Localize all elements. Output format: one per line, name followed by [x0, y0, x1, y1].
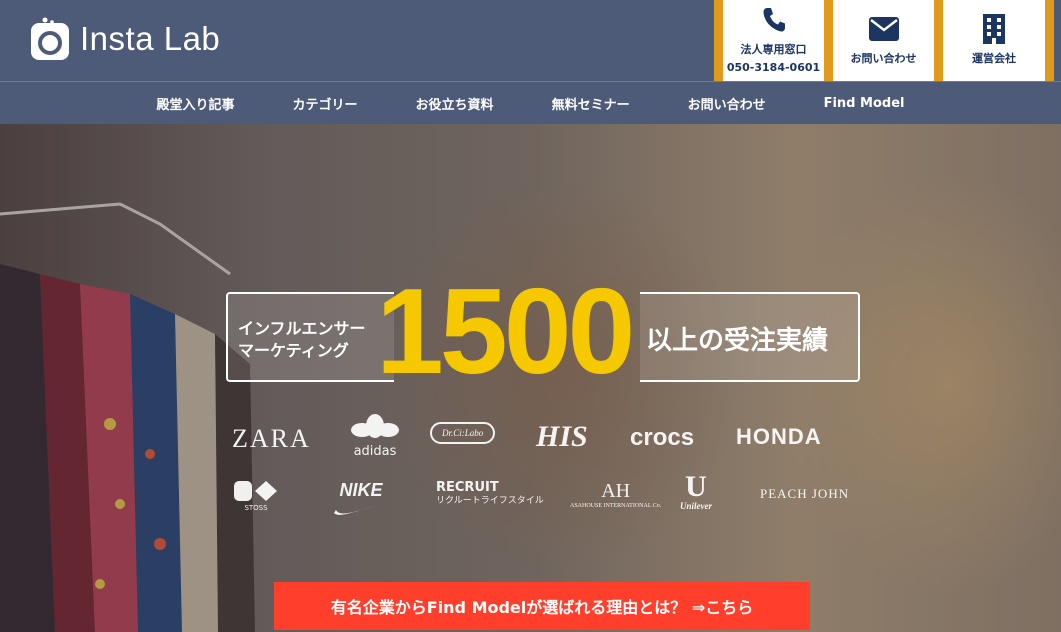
- site-header: Insta Lab 法人専用窓口 050-3184-0601 お問い合わせ 運営…: [0, 0, 1061, 81]
- logo-icon: [30, 17, 70, 61]
- recruit-lifestyle-text: リクルートライフスタイル: [436, 495, 544, 506]
- stoss-text: STOSS: [244, 504, 268, 512]
- brand-logo-recruit: RECRUIT リクルートライフスタイル: [436, 480, 544, 506]
- brand-logo-adidas: adidas: [350, 412, 400, 459]
- brand-logo-nike: NIKE: [332, 480, 390, 522]
- brand-logo-unilever: U Unilever: [680, 472, 712, 511]
- ah-text: AH: [601, 480, 631, 502]
- unilever-mark: U: [685, 470, 707, 503]
- hero-banner: インフルエンサー マーケティング 1500 以上の受注実績 ZARA adida…: [0, 124, 1061, 632]
- brand-logo-zara: ZARA: [232, 424, 311, 453]
- corporate-contact-button[interactable]: 法人専用窓口 050-3184-0601: [714, 0, 824, 81]
- asahouse-text: ASAHOUSE INTERNATIONAL Co.: [570, 503, 662, 509]
- find-model-reason-cta-button[interactable]: 有名企業からFind Modelが選ばれる理由とは？ ⇒こちら: [274, 582, 810, 630]
- nav-item-contact[interactable]: お問い合わせ: [659, 94, 795, 113]
- logo-text: Insta Lab: [80, 20, 221, 57]
- headline-right-text: 以上の受注実績: [640, 292, 860, 382]
- company-info-button[interactable]: 運営会社: [934, 0, 1054, 81]
- building-icon: [983, 13, 1005, 44]
- brand-logo-his: HIS: [536, 420, 588, 453]
- brand-logo-peach-john: PEACH JOHN: [760, 486, 850, 501]
- stoss-mark-icon: [234, 481, 277, 501]
- mail-icon: [868, 14, 899, 44]
- nav-item-category[interactable]: カテゴリー: [264, 94, 387, 113]
- nav-item-hall-of-fame[interactable]: 殿堂入り記事: [128, 94, 264, 113]
- brand-logo-drcilabo: Dr.Ci:Labo: [430, 422, 496, 444]
- contact-label: お問い合わせ: [850, 51, 917, 65]
- nav-item-resources[interactable]: お役立ち資料: [387, 94, 523, 113]
- company-info-label: 運営会社: [972, 51, 1016, 65]
- recruit-text: RECRUIT: [436, 480, 499, 495]
- nav-item-find-model[interactable]: Find Model: [795, 96, 934, 111]
- brand-logo-asahouse: AH ASAHOUSE INTERNATIONAL Co.: [570, 480, 661, 509]
- main-nav: 殿堂入り記事 カテゴリー お役立ち資料 無料セミナー お問い合わせ Find M…: [0, 81, 1061, 124]
- headline-number: 1500: [376, 263, 635, 399]
- nike-text: NIKE: [339, 480, 383, 500]
- unilever-text: Unilever: [680, 501, 712, 511]
- headline-left-text: インフルエンサー マーケティング: [238, 319, 366, 360]
- achievement-headline: インフルエンサー マーケティング 1500 以上の受注実績: [226, 270, 860, 392]
- contact-button[interactable]: お問い合わせ: [824, 0, 934, 81]
- phone-icon: [762, 5, 786, 35]
- nav-item-seminar[interactable]: 無料セミナー: [523, 94, 659, 113]
- corporate-contact-label: 法人専用窓口: [740, 43, 807, 57]
- brand-logo-stoss: STOSS: [234, 480, 278, 512]
- corporate-phone-number: 050-3184-0601: [726, 60, 821, 74]
- brand-logo-crocs: crocs: [630, 424, 695, 451]
- brand-logo-honda: HONDA: [736, 424, 822, 449]
- site-logo[interactable]: Insta Lab: [30, 16, 220, 62]
- headline-label-influencer-marketing: インフルエンサー マーケティング: [226, 292, 394, 382]
- adidas-text: adidas: [353, 444, 397, 459]
- adidas-trefoil-icon: [351, 414, 399, 438]
- nike-swoosh-icon: [334, 502, 388, 515]
